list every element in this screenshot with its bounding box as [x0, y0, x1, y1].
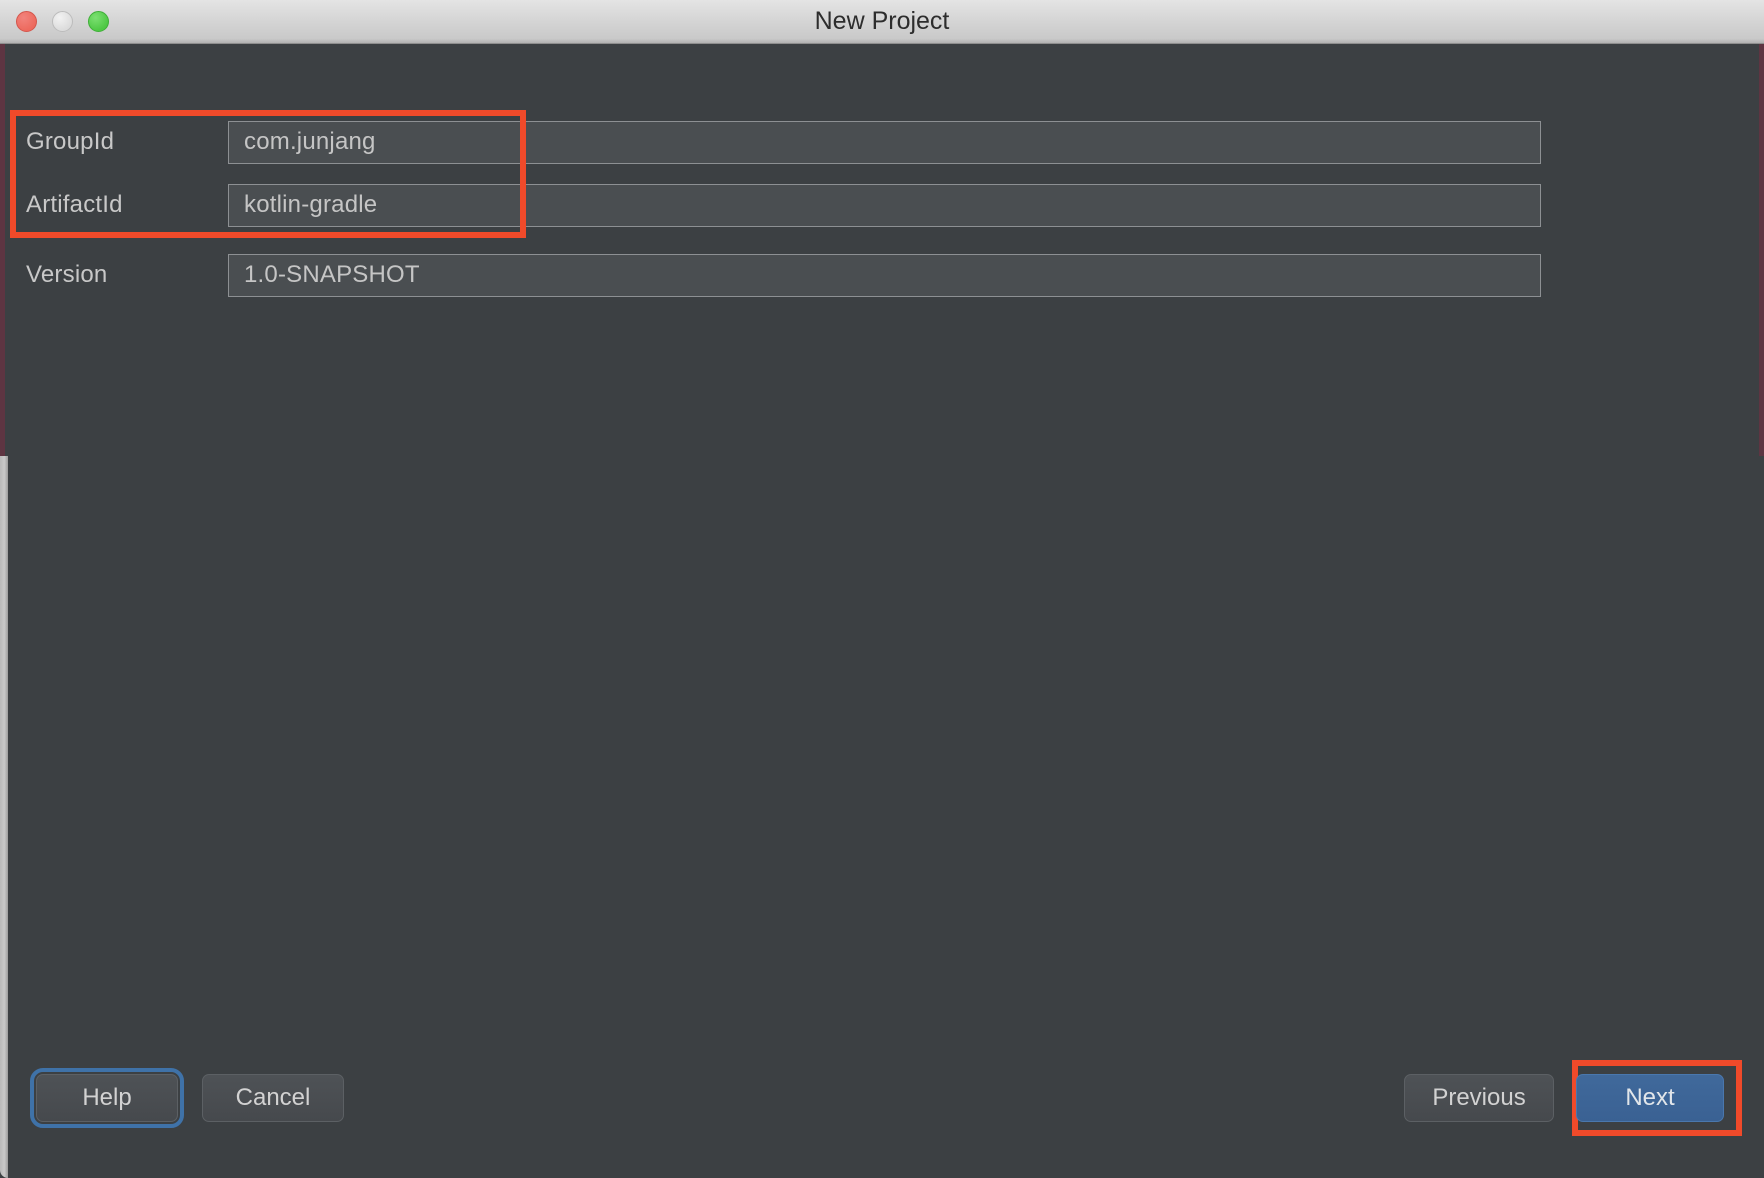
groupid-label: GroupId [26, 128, 115, 155]
window-left-edge [0, 44, 5, 456]
titlebar: New Project [0, 0, 1764, 44]
version-label: Version [26, 261, 108, 288]
form-row-groupid: GroupId com.junjang [0, 120, 1764, 164]
footer-left-buttons: Help Cancel [30, 1068, 344, 1128]
window-left-border [0, 456, 8, 1178]
previous-button[interactable]: Previous [1404, 1074, 1554, 1122]
next-button[interactable]: Next [1576, 1074, 1724, 1122]
artifactid-input[interactable]: kotlin-gradle [228, 183, 1541, 227]
artifactid-label: ArtifactId [26, 191, 123, 218]
footer-right-buttons: Previous Next [1404, 1074, 1724, 1122]
cancel-button[interactable]: Cancel [202, 1074, 344, 1122]
groupid-input[interactable]: com.junjang [228, 120, 1541, 164]
dialog-content: GroupId com.junjang ArtifactId kotlin-gr… [0, 44, 1764, 1178]
form-row-artifactid: ArtifactId kotlin-gradle [0, 183, 1764, 227]
new-project-dialog: New Project GroupId com.junjang Artifact… [0, 0, 1764, 1178]
help-button[interactable]: Help [30, 1068, 184, 1128]
form-row-version: Version 1.0-SNAPSHOT [0, 253, 1764, 297]
window-right-edge [1759, 44, 1764, 456]
window-title: New Project [814, 7, 950, 35]
version-input[interactable]: 1.0-SNAPSHOT [228, 253, 1541, 297]
